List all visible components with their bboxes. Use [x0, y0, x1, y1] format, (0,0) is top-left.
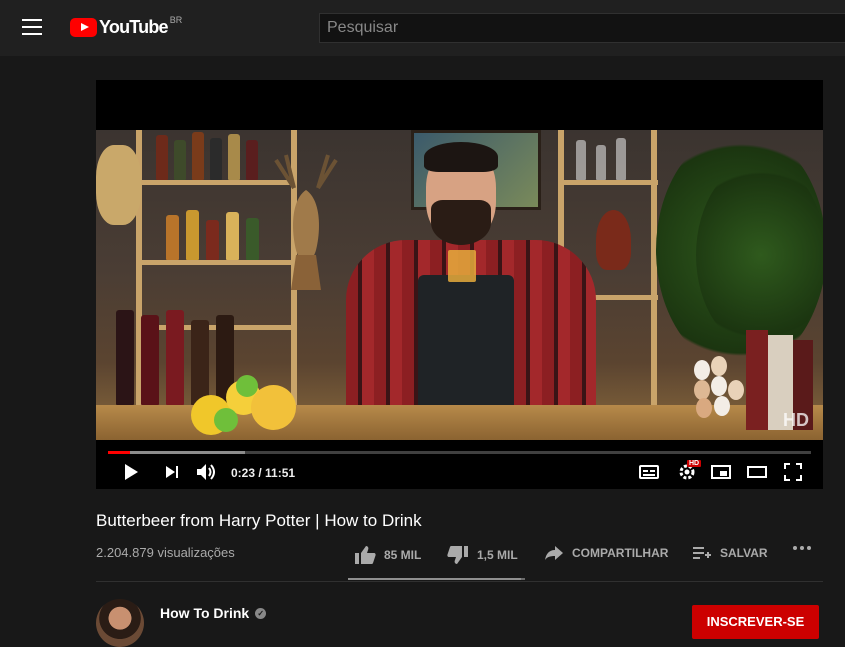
save-label: SALVAR — [720, 546, 768, 560]
share-label: COMPARTILHAR — [572, 546, 669, 560]
video-title: Butterbeer from Harry Potter | How to Dr… — [96, 511, 422, 530]
youtube-logo-icon — [70, 18, 97, 37]
like-count: 85 MIL — [384, 548, 422, 562]
theater-icon[interactable] — [746, 461, 768, 483]
verified-icon: ✓ — [255, 607, 267, 619]
save-button[interactable]: SALVAR — [692, 545, 768, 561]
dislike-button[interactable]: 1,5 MIL — [447, 545, 518, 565]
next-icon[interactable] — [162, 461, 182, 483]
logo-region: BR — [169, 14, 183, 25]
logo-text: YouTube — [99, 17, 169, 37]
channel-name-row[interactable]: How To Drink ✓ — [160, 605, 267, 621]
menu-icon[interactable] — [22, 19, 46, 37]
fullscreen-icon[interactable] — [782, 461, 804, 483]
view-count: 2.204.879 visualizações — [96, 545, 235, 560]
add-to-playlist-icon — [693, 547, 711, 559]
play-icon[interactable] — [120, 461, 142, 483]
hd-watermark: HD — [783, 410, 809, 430]
player-controls: 0:23 / 11:51 HD — [96, 454, 823, 489]
top-bar: YouTube BR Pesquisar — [0, 0, 845, 56]
like-button[interactable]: 85 MIL — [354, 545, 421, 565]
channel-name: How To Drink — [160, 605, 250, 621]
search-input[interactable]: Pesquisar — [319, 13, 845, 43]
time-display: 0:23 / 11:51 — [231, 466, 296, 480]
divider — [96, 581, 823, 582]
settings-icon[interactable]: HD — [674, 460, 702, 483]
sentiment-fill — [348, 578, 522, 580]
quality-badge: HD — [687, 460, 702, 467]
share-icon — [545, 546, 563, 560]
more-icon[interactable] — [792, 545, 820, 551]
miniplayer-icon[interactable] — [710, 461, 732, 483]
thumbs-up-icon — [355, 546, 376, 564]
subtitles-icon[interactable] — [638, 461, 660, 483]
dislike-count: 1,5 MIL — [477, 548, 518, 562]
video-player[interactable]: HD 0:23 / 11:51 HD — [96, 80, 823, 489]
avatar[interactable] — [96, 599, 144, 647]
share-button[interactable]: COMPARTILHAR — [544, 545, 668, 561]
youtube-logo[interactable]: YouTube BR — [70, 14, 183, 38]
video-frame: HD — [96, 130, 823, 440]
sentiment-bar — [348, 578, 525, 580]
volume-icon[interactable] — [195, 461, 219, 483]
thumbs-down-icon — [447, 546, 468, 564]
subscribe-button[interactable]: INSCREVER-SE — [692, 605, 819, 639]
